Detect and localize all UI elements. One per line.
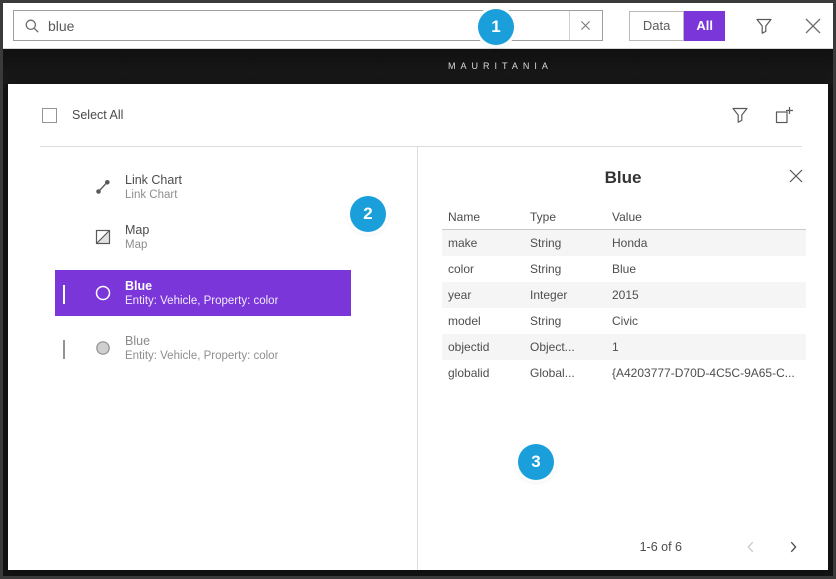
add-to-selection-button[interactable] (775, 106, 794, 125)
cell-name: objectid (442, 340, 524, 354)
table-row: make String Honda (442, 230, 806, 256)
add-selection-icon (775, 106, 794, 125)
link-chart-icon (93, 178, 113, 196)
entity-icon (93, 339, 113, 357)
detail-close-button[interactable] (788, 168, 804, 184)
cell-type: String (524, 262, 606, 276)
cell-value: {A4203777-D70D-4C5C-9A65-C... (606, 366, 806, 380)
cell-name: globalid (442, 366, 524, 380)
detail-title: Blue (418, 168, 828, 188)
column-header-name: Name (442, 210, 524, 224)
list-item-map[interactable]: Map Map (55, 212, 351, 262)
item-subtitle: Entity: Vehicle, Property: color (125, 294, 278, 309)
select-all-label: Select All (72, 108, 123, 122)
detail-panel: Blue Name Type Value make String Honda c… (417, 146, 828, 570)
search-filter-button[interactable] (755, 17, 773, 35)
close-icon (803, 16, 823, 36)
annotation-badge-2: 2 (350, 196, 386, 232)
cell-type: Object... (524, 340, 606, 354)
cell-value: 2015 (606, 288, 806, 302)
list-item-blue-selected[interactable]: Blue Entity: Vehicle, Property: color (55, 270, 351, 316)
search-input-group[interactable] (13, 10, 603, 41)
cell-name: color (442, 262, 524, 276)
map-icon (93, 228, 113, 246)
search-bar: Data All (3, 3, 833, 49)
item-checkbox[interactable] (63, 340, 65, 359)
chevron-right-icon (786, 540, 800, 554)
previous-page-button[interactable] (744, 540, 758, 554)
table-header: Name Type Value (442, 204, 806, 230)
funnel-icon (755, 17, 773, 35)
list-item-blue[interactable]: Blue Entity: Vehicle, Property: color (55, 326, 351, 370)
app-window: Data All MAURITANIA Select All (0, 0, 836, 579)
item-title: Map (125, 222, 149, 238)
table-row: year Integer 2015 (442, 282, 806, 308)
clear-icon (580, 20, 591, 31)
next-page-button[interactable] (786, 540, 800, 554)
cell-name: make (442, 236, 524, 250)
search-icon (24, 18, 40, 34)
results-header: Select All (8, 84, 828, 146)
item-title: Link Chart (125, 172, 182, 188)
page-range-label: 1-6 of 6 (640, 540, 682, 554)
scope-all-button[interactable]: All (684, 11, 725, 41)
item-title: Blue (125, 278, 278, 294)
chevron-left-icon (744, 540, 758, 554)
table-row: globalid Global... {A4203777-D70D-4C5C-9… (442, 360, 806, 386)
cell-value: Honda (606, 236, 806, 250)
results-list: Link Chart Link Chart Map Map (55, 162, 351, 370)
annotation-badge-1: 1 (478, 9, 514, 45)
entity-icon (93, 284, 113, 302)
column-header-type: Type (524, 210, 606, 224)
properties-table: Name Type Value make String Honda color … (442, 204, 806, 386)
table-row: objectid Object... 1 (442, 334, 806, 360)
annotation-badge-3: 3 (518, 444, 554, 480)
table-row: color String Blue (442, 256, 806, 282)
pagination: 1-6 of 6 (640, 540, 800, 554)
item-subtitle: Map (125, 238, 149, 253)
map-background: MAURITANIA (3, 49, 833, 84)
item-title: Blue (125, 333, 278, 349)
scope-toggle: Data All (629, 11, 725, 41)
cell-type: String (524, 314, 606, 328)
scope-data-button[interactable]: Data (629, 11, 684, 41)
cell-value: Civic (606, 314, 806, 328)
funnel-icon (731, 106, 749, 124)
item-checkbox[interactable] (63, 285, 65, 304)
filter-results-button[interactable] (731, 106, 749, 124)
cell-name: year (442, 288, 524, 302)
cell-type: String (524, 236, 606, 250)
map-country-label: MAURITANIA (448, 61, 553, 71)
search-close-button[interactable] (803, 16, 823, 36)
cell-type: Integer (524, 288, 606, 302)
clear-search-button[interactable] (569, 11, 602, 40)
cell-value: Blue (606, 262, 806, 276)
list-item-link-chart[interactable]: Link Chart Link Chart (55, 162, 351, 212)
search-results-dialog: Select All Link Chart Link Chart (8, 84, 828, 570)
close-icon (788, 168, 804, 184)
cell-value: 1 (606, 340, 806, 354)
table-row: model String Civic (442, 308, 806, 334)
item-subtitle: Entity: Vehicle, Property: color (125, 349, 278, 364)
cell-name: model (442, 314, 524, 328)
column-header-value: Value (606, 210, 806, 224)
item-subtitle: Link Chart (125, 188, 182, 203)
cell-type: Global... (524, 366, 606, 380)
select-all-checkbox[interactable] (42, 108, 57, 123)
